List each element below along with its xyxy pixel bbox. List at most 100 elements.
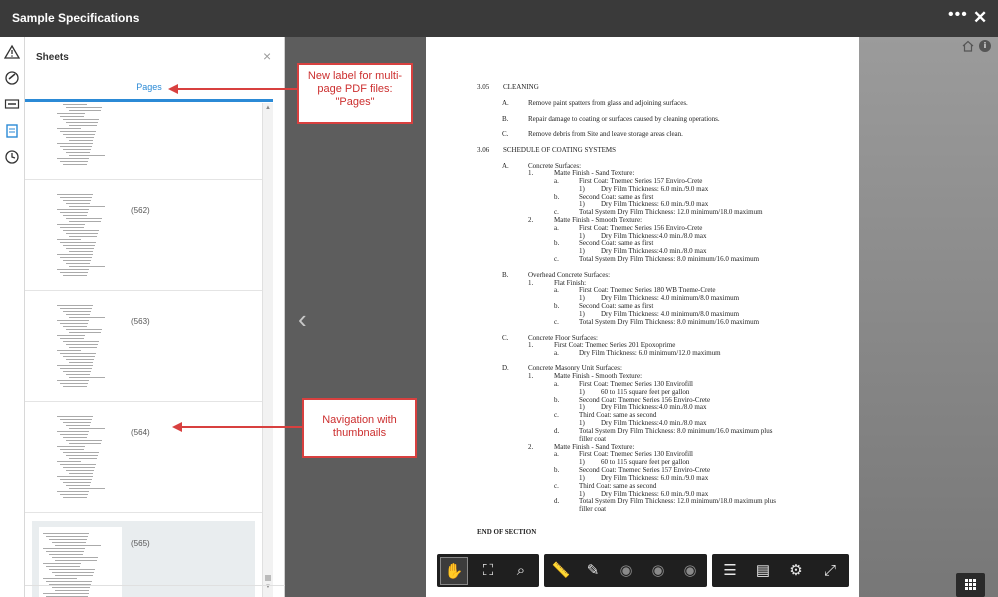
more-options-button[interactable]: ••• (948, 6, 968, 24)
thumbnail-text-line (57, 194, 94, 195)
rfi-icon[interactable] (4, 96, 20, 112)
document-marker: c. (554, 208, 559, 216)
page-number: (564) (131, 428, 150, 437)
grid-view-icon[interactable] (956, 573, 985, 597)
zoom-fit-icon[interactable]: ⛶ (474, 557, 502, 585)
thumbnail-text-line (57, 350, 82, 351)
zoom-area-icon[interactable]: ⌕ (507, 557, 535, 585)
home-icon[interactable] (962, 40, 974, 52)
page-list-scrollbar[interactable]: ▲ ▼ (262, 103, 273, 597)
thumbnail-text-line (66, 248, 95, 249)
document-text-line: Dry Film Thickness:4.0 min./8.0 max (601, 419, 707, 427)
thumbnail-text-line (66, 218, 103, 219)
thumbnail-text-line (60, 434, 89, 435)
document-marker: A. (502, 162, 509, 170)
thumbnail-text-line (46, 566, 80, 567)
page-thumbnail-item[interactable]: (562) (25, 180, 262, 291)
document-text-line: Total System Dry Film Thickness: 8.0 min… (579, 427, 773, 435)
document-text-line: Dry Film Thickness: 6.0 min./9.0 max (601, 474, 709, 482)
settings-gear-icon[interactable]: ⚙ (782, 557, 810, 585)
info-icon[interactable]: i (979, 40, 991, 52)
pan-tool-icon[interactable]: ✋ (440, 557, 468, 585)
document-marker: B. (502, 115, 509, 123)
document-marker: a. (554, 349, 559, 357)
thumbnail-text-line (43, 578, 77, 579)
thumbnail-text-line (57, 143, 94, 144)
page-thumbnail-item[interactable]: (563) (25, 291, 262, 402)
document-text-line: First Coat: Tnemec Series 130 Envirofill (579, 380, 693, 388)
grid-square (969, 579, 972, 582)
thumbnail-text-line (60, 212, 89, 213)
thumbnail-text-line (63, 134, 96, 135)
page-thumbnail-item[interactable]: (564) (25, 402, 262, 513)
thumbnail-text-line (60, 161, 89, 162)
document-text-line: Second Coat: Tnemec Series 157 Enviro-Cr… (579, 466, 711, 474)
markup-tool-icon[interactable]: ✎ (579, 557, 607, 585)
document-marker: 1) (579, 403, 585, 411)
thumbnail-text-line (60, 368, 93, 369)
document-marker: C. (502, 130, 509, 138)
document-text-line: 60 to 115 square feet per gallon (601, 388, 690, 396)
thumbnail-text-line (66, 425, 91, 426)
thumbnail-text-line (57, 209, 90, 210)
thumbnail-text-line (57, 224, 86, 225)
thumbnail-text-line (43, 533, 89, 534)
markup-icon[interactable] (4, 70, 20, 86)
thumbnail-text-line (60, 227, 85, 228)
scroll-thumb[interactable] (265, 575, 271, 581)
thumbnail-text-line (66, 233, 99, 234)
layers-icon[interactable]: ☰ (716, 557, 744, 585)
sheets-icon[interactable] (4, 123, 20, 139)
callout-arrowhead (168, 84, 178, 94)
previous-page-icon[interactable]: ‹ (298, 304, 307, 335)
close-button[interactable]: ✕ (973, 8, 987, 28)
thumbnail-text-line (63, 245, 96, 246)
document-text-line: Matte Finish - Smooth Texture: (554, 372, 643, 380)
thumbnail-text-line (66, 152, 91, 153)
history-icon[interactable] (4, 149, 20, 165)
thumbnail-text-line (63, 326, 88, 327)
panel-close-button[interactable]: × (263, 48, 271, 64)
thumbnail-text-line (57, 416, 94, 417)
warning-icon[interactable] (4, 44, 20, 60)
document-marker: 1. (528, 372, 534, 380)
thumbnail-text-line (49, 539, 87, 540)
document-text-line: Dry Film Thickness:4.0 min./8.0 max (601, 403, 707, 411)
thumbnail-text-line (66, 344, 99, 345)
scroll-up-icon[interactable]: ▲ (265, 105, 271, 111)
thumbnail-text-line (63, 437, 88, 438)
thumbnail-text-line (69, 110, 102, 111)
thumbnail-text-line (66, 314, 91, 315)
thumbnail-text-line (60, 257, 93, 258)
callout-arrowhead (172, 422, 182, 432)
sheets-panel: Sheets × Pages (562) (563) (564) (565) ▲… (25, 37, 285, 597)
thumbnail-text-line (46, 551, 84, 552)
fullscreen-icon[interactable]: ⤢ (816, 557, 844, 585)
thumbnail-text-line (63, 482, 92, 483)
document-marker: 1) (579, 185, 585, 193)
document-text-line: Third Coat: same as second (579, 411, 657, 419)
toolbar-navigation: ✋ ⛶ ⌕ (437, 554, 539, 587)
page-thumbnail-item[interactable] (25, 103, 262, 180)
document-marker: d. (554, 427, 560, 435)
document-marker: 1) (579, 247, 585, 255)
thumbnail-text-line (57, 305, 94, 306)
document-text-line: Repair damage to coating or surfaces cau… (528, 115, 720, 123)
toolbar-markup: 📏 ✎ ◉ ◉ ◉ (544, 554, 707, 587)
visibility-icon[interactable]: ◉ (676, 557, 704, 585)
document-title: Sample Specifications (12, 11, 140, 25)
visibility-icon[interactable]: ◉ (644, 557, 672, 585)
measure-icon[interactable]: 📏 (547, 557, 575, 585)
document-text-line: First Coat: Tnemec Series 130 Envirofill (579, 450, 693, 458)
document-marker: 2. (528, 216, 534, 224)
thumbnail-text-line (49, 569, 95, 570)
document-page: 3.05 CLEANING A. Remove paint spatters from… (426, 37, 859, 597)
document-marker: d. (554, 497, 560, 505)
sheet-info-icon[interactable]: ▤ (749, 557, 777, 585)
thumbnail-text-line (66, 137, 95, 138)
callout-arrow (182, 426, 302, 428)
thumbnail-text-line (66, 203, 91, 204)
visibility-icon[interactable]: ◉ (612, 557, 640, 585)
document-marker: 1) (579, 310, 585, 318)
thumbnail-text-line (52, 572, 94, 573)
